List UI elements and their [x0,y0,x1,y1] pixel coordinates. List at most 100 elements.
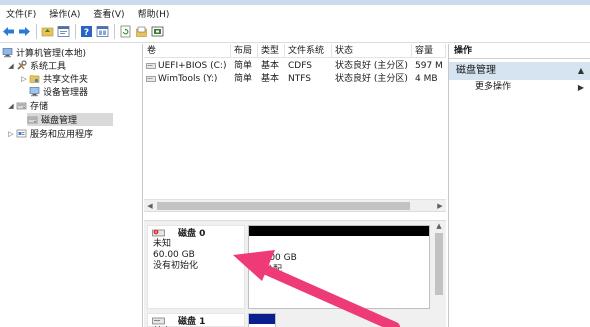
disk-1-label[interactable]: 磁盘 1 基本 [147,313,245,327]
shared-folder-icon [29,73,40,84]
disk-1-partition[interactable]: Wi [248,313,276,327]
tree-item-computer-management[interactable]: 计算机管理(本地) [2,46,86,59]
volume-capacity: 4 MB [415,74,438,84]
volume-layout: 简单 [234,74,253,84]
volume-name: UEFI+BIOS (C:) [158,61,227,71]
volume-row[interactable]: WimTools (Y:) 简单 基本 NTFS 状态良好 (主分区) 4 MB [144,73,446,85]
partition-status: 未分配 [255,265,283,275]
disk-graphical-view: 磁盘 0 未知 60.00 GB 没有初始化 60.00 GB 未分配 磁盘 1… [144,221,446,327]
refresh-icon[interactable] [119,25,132,38]
disk-0-state: 没有初始化 [153,261,199,271]
more-actions-item[interactable]: 更多操作 ▶ [449,80,590,95]
volume-drive-icon [146,63,156,69]
tree-item-disk-management[interactable]: 磁盘管理 [27,113,113,126]
section-label: 磁盘管理 [456,65,496,76]
actions-header: 操作 [449,44,590,59]
column-header-type[interactable]: 类型 [258,44,285,57]
tree-label: 共享文件夹 [43,75,89,85]
tree-item-storage[interactable]: ◢ 存储 [7,99,49,113]
services-icon [16,128,27,139]
disk-error-icon [152,229,165,236]
menu-view[interactable]: 查看(V) [87,7,131,20]
disk-management-icon [27,114,38,125]
disk-1-name: 磁盘 1 [178,317,206,327]
properties-icon[interactable] [57,25,70,38]
tree-item-services-applications[interactable]: ▷ 服务和应用程序 [7,127,94,141]
volume-status: 状态良好 (主分区) [335,61,408,71]
menu-action[interactable]: 操作(A) [43,7,87,20]
partition-header-bar [249,226,429,236]
tree-label: 服务和应用程序 [30,130,94,140]
help-icon[interactable]: ? [80,25,93,38]
scrollbar-thumb[interactable] [157,202,410,210]
system-tools-icon [16,60,27,71]
vertical-scrollbar[interactable]: ▲ [433,221,445,327]
console-icon[interactable] [96,25,109,38]
expand-arrow-icon[interactable]: ▷ [20,75,28,83]
collapse-arrow-icon[interactable]: ◢ [7,62,15,70]
svg-text:?: ? [84,28,89,38]
disk-icon [152,317,165,324]
actions-section-disk-management[interactable]: 磁盘管理 ▲ [449,62,590,80]
toolbar-separator [36,24,37,39]
volume-type: 基本 [261,61,280,71]
column-header-filesystem[interactable]: 文件系统 [285,44,332,57]
tree-label: 系统工具 [30,62,67,72]
scrollbar-thumb[interactable] [435,233,443,295]
back-icon[interactable] [2,25,15,38]
volume-filesystem: CDFS [288,61,312,71]
horizontal-scrollbar[interactable]: ◀ ▶ [144,199,446,211]
menu-help[interactable]: 帮助(H) [132,7,177,20]
volume-layout: 简单 [234,61,253,71]
toolbar-separator [75,24,76,39]
tree-label: 设备管理器 [43,88,89,98]
column-header-status[interactable]: 状态 [332,44,412,57]
device-manager-icon [29,86,40,97]
pane-splitter[interactable] [144,211,446,221]
actions-pane: 操作 磁盘管理 ▲ 更多操作 ▶ [448,44,590,327]
volume-row[interactable]: UEFI+BIOS (C:) 简单 基本 CDFS 状态良好 (主分区) 597… [144,60,446,72]
computer-management-icon [2,47,13,58]
partition-size: 60.00 GB [255,253,297,263]
settings-icon[interactable] [151,25,164,38]
collapse-up-icon[interactable]: ▲ [578,62,584,80]
tree-label: 计算机管理(本地) [16,49,87,59]
tree-item-device-manager[interactable]: 设备管理器 [29,85,88,98]
disk-0-size: 60.00 GB [153,250,195,260]
column-header-layout[interactable]: 布局 [231,44,258,57]
tree-label: 存储 [30,102,49,112]
volume-type: 基本 [261,74,280,84]
disk-0-kind: 未知 [153,239,172,249]
disk-0-partition[interactable]: 60.00 GB 未分配 [248,225,430,309]
expand-arrow-icon[interactable]: ▷ [7,130,15,138]
volume-list-header: 卷 布局 类型 文件系统 状态 容量 [144,44,446,58]
tree-label: 磁盘管理 [41,116,78,126]
column-header-volume[interactable]: 卷 [144,44,231,57]
volume-name: WimTools (Y:) [158,74,218,84]
tree-item-shared-folders[interactable]: ▷ 共享文件夹 [20,72,89,86]
disk-0-name: 磁盘 0 [178,229,206,239]
column-header-capacity[interactable]: 容量 [412,44,446,57]
navigation-tree: 计算机管理(本地) ◢ 系统工具 ▷ 共享文件夹 设备管理器 ◢ 存储 磁盘管理… [0,44,143,327]
submenu-arrow-icon: ▶ [577,83,584,92]
toolbar-separator [114,24,115,39]
collapse-arrow-icon[interactable]: ◢ [7,102,15,110]
menu-bar: 文件(F) 操作(A) 查看(V) 帮助(H) [0,5,590,21]
volume-capacity: 597 M [415,61,443,71]
folder-up-icon[interactable] [41,25,54,38]
storage-icon [16,100,27,111]
volume-drive-icon [146,76,156,82]
scroll-up-icon[interactable]: ▲ [433,221,445,231]
forward-icon[interactable] [18,25,31,38]
volume-name-cell: WimTools (Y:) [144,73,231,85]
volume-filesystem: NTFS [288,74,311,84]
export-icon[interactable] [135,25,148,38]
partition-header-bar [249,314,275,324]
toolbar: ? [0,21,590,43]
tree-item-system-tools[interactable]: ◢ 系统工具 [7,59,66,72]
volume-name-cell: UEFI+BIOS (C:) [144,60,231,72]
volume-panel: 卷 布局 类型 文件系统 状态 容量 UEFI+BIOS (C:) 简单 基本 … [144,44,446,327]
menu-file[interactable]: 文件(F) [0,7,43,20]
disk-0-label[interactable]: 磁盘 0 未知 60.00 GB 没有初始化 [147,225,245,309]
disk-1-title: 磁盘 1 [148,314,244,327]
